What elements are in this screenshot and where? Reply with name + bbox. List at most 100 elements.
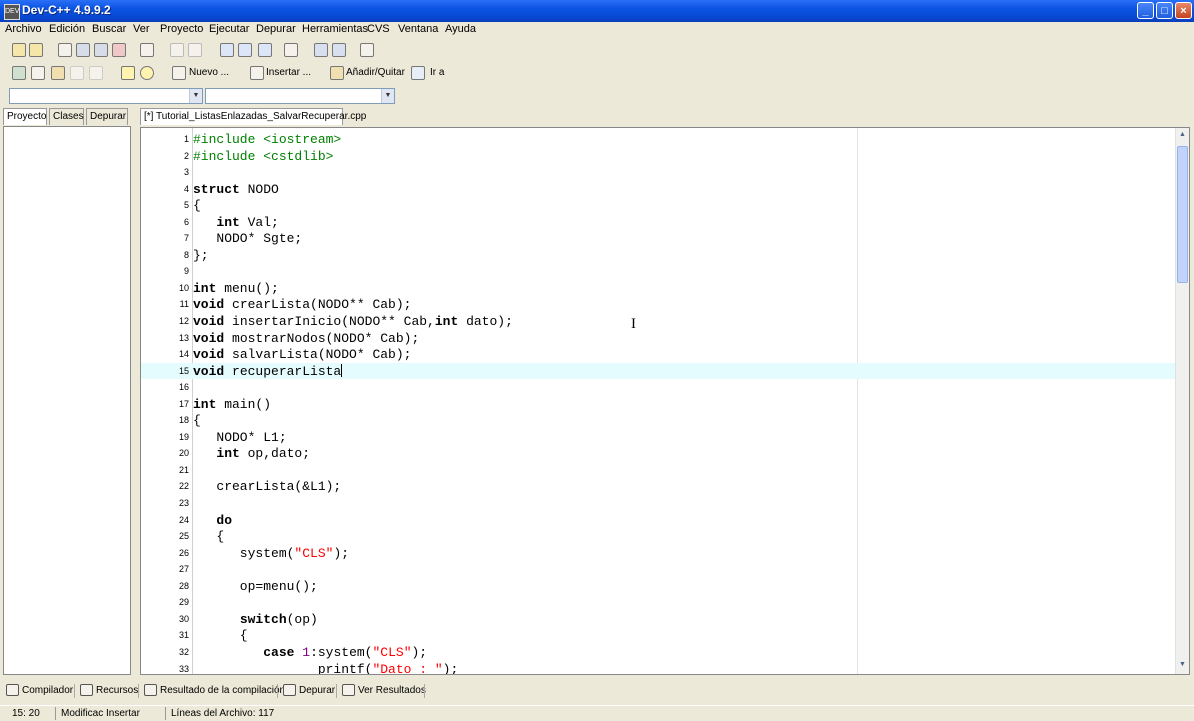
scroll-up-icon[interactable]: ▲ (1177, 128, 1188, 142)
code-line[interactable]: 2 #include <cstdlib> (141, 148, 1175, 165)
code-text[interactable]: void crearLista(NODO** Cab); (193, 297, 411, 312)
chevron-down-icon[interactable]: ▼ (381, 89, 394, 103)
code-text[interactable]: void insertarInicio(NODO** Cab,int dato)… (193, 314, 513, 329)
tab-proyecto[interactable]: Proyecto (3, 108, 47, 125)
code-text[interactable]: int op,dato; (193, 446, 310, 461)
code-text[interactable]: #include <cstdlib> (193, 149, 333, 164)
menu-depurar[interactable]: Depurar (256, 23, 296, 35)
chevron-down-icon[interactable]: ▼ (189, 89, 202, 103)
code-line[interactable]: 7 NODO* Sgte; (141, 230, 1175, 247)
code-line[interactable]: 29 (141, 594, 1175, 611)
code-line[interactable]: 6 int Val; (141, 214, 1175, 231)
menu-archivo[interactable]: Archivo (5, 23, 42, 35)
check-icon[interactable] (89, 66, 103, 80)
project-alt-icon[interactable] (29, 43, 43, 57)
code-text[interactable]: case 1:system("CLS"); (193, 645, 427, 660)
code-line[interactable]: 21 (141, 462, 1175, 479)
tab-file[interactable]: [*] Tutorial_ListasEnlazadas_SalvarRecup… (140, 108, 366, 125)
tab-ver-resultados[interactable]: Ver Resultados (342, 681, 426, 701)
compile-icon[interactable] (12, 66, 26, 80)
menu-ver[interactable]: Ver (133, 23, 150, 35)
insert-label[interactable]: Insertar ... (266, 67, 311, 78)
code-line[interactable]: 25 { (141, 528, 1175, 545)
find-icon[interactable] (220, 43, 234, 57)
code-line[interactable]: 20 int op,dato; (141, 445, 1175, 462)
code-text[interactable]: { (193, 628, 248, 643)
compile-run-icon[interactable] (51, 66, 65, 80)
code-line[interactable]: 26 system("CLS"); (141, 545, 1175, 562)
help-icon[interactable] (121, 66, 135, 80)
code-text[interactable]: op=menu(); (193, 579, 318, 594)
tab-clases[interactable]: Clases (49, 108, 84, 125)
indent-icon[interactable] (314, 43, 328, 57)
toggle-icon[interactable] (360, 43, 374, 57)
save-icon[interactable] (76, 43, 90, 57)
code-line[interactable]: 22 crearLista(&L1); (141, 478, 1175, 495)
code-line[interactable]: 4 struct NODO (141, 181, 1175, 198)
goto-line-icon[interactable] (284, 43, 298, 57)
code-line[interactable]: 19 NODO* L1; (141, 429, 1175, 446)
tab-depurar-bottom[interactable]: Depurar (283, 681, 335, 701)
menu-cvs[interactable]: CVS (367, 23, 390, 35)
code-line[interactable]: 24 do (141, 512, 1175, 529)
code-line[interactable]: 12 void insertarInicio(NODO** Cab,int dat… (141, 313, 1175, 330)
code-line[interactable]: 9 (141, 263, 1175, 280)
goto-label[interactable]: Ir a (430, 67, 444, 78)
maximize-button[interactable]: □ (1156, 2, 1173, 19)
undo-icon[interactable] (170, 43, 184, 57)
class-combo[interactable]: ▼ (9, 88, 203, 104)
menu-ejecutar[interactable]: Ejecutar (209, 23, 249, 35)
code-text[interactable]: void mostrarNodos(NODO* Cab); (193, 331, 419, 346)
code-editor[interactable]: 1 #include <iostream> 2 #include <cstdlib> 3… (140, 127, 1190, 675)
menu-proyecto[interactable]: Proyecto (160, 23, 203, 35)
code-text[interactable]: { (193, 413, 201, 428)
code-line[interactable]: 27 (141, 561, 1175, 578)
minimize-button[interactable]: _ (1137, 2, 1154, 19)
unindent-icon[interactable] (332, 43, 346, 57)
project-icon[interactable] (12, 43, 26, 57)
code-line[interactable]: 10 int menu(); (141, 280, 1175, 297)
menu-herramientas[interactable]: Herramientas (302, 23, 368, 35)
code-line[interactable]: 18 { (141, 412, 1175, 429)
tab-recursos[interactable]: Recursos (80, 681, 138, 701)
member-combo[interactable]: ▼ (205, 88, 395, 104)
code-text[interactable]: }; (193, 248, 209, 263)
menu-edicion[interactable]: Edición (49, 23, 85, 35)
find-next-icon[interactable] (258, 43, 272, 57)
code-line[interactable]: 5{ (141, 197, 1175, 214)
code-text[interactable]: void salvarLista(NODO* Cab); (193, 347, 411, 362)
code-line[interactable]: 14 void salvarLista(NODO* Cab); (141, 346, 1175, 363)
tab-compilador[interactable]: Compilador (6, 681, 73, 701)
tab-depurar[interactable]: Depurar (86, 108, 128, 125)
save-all-icon[interactable] (94, 43, 108, 57)
code-text[interactable]: { (193, 198, 201, 213)
new-file-icon[interactable] (58, 43, 72, 57)
code-text[interactable]: system("CLS"); (193, 546, 349, 561)
vertical-scrollbar[interactable]: ▲ ▼ (1175, 128, 1189, 674)
replace-icon[interactable] (238, 43, 252, 57)
redo-icon[interactable] (188, 43, 202, 57)
goto-icon[interactable] (411, 66, 425, 80)
code-line[interactable]: 28 op=menu(); (141, 578, 1175, 595)
code-line[interactable]: 23 (141, 495, 1175, 512)
code-line[interactable]: 31 { (141, 627, 1175, 644)
code-line[interactable]: 3 (141, 164, 1175, 181)
code-line[interactable]: 17 int main() (141, 396, 1175, 413)
close-file-icon[interactable] (112, 43, 126, 57)
code-text[interactable]: printf("Dato : "); (193, 662, 458, 675)
add-remove-icon[interactable] (330, 66, 344, 80)
code-text[interactable]: #include <iostream> (193, 132, 341, 147)
code-line[interactable]: 13 void mostrarNodos(NODO* Cab); (141, 330, 1175, 347)
code-text[interactable]: crearLista(&L1); (193, 479, 341, 494)
about-icon[interactable] (140, 66, 154, 80)
print-icon[interactable] (140, 43, 154, 57)
code-line[interactable]: 33 printf("Dato : "); (141, 661, 1175, 675)
code-text[interactable]: switch(op) (193, 612, 318, 627)
code-text[interactable]: { (193, 529, 224, 544)
code-text[interactable]: int main() (193, 397, 271, 412)
code-line[interactable]: 32 case 1:system("CLS"); (141, 644, 1175, 661)
new-item-icon[interactable] (172, 66, 186, 80)
code-line[interactable]: 30 switch(op) (141, 611, 1175, 628)
menu-ventana[interactable]: Ventana (398, 23, 438, 35)
code-lines[interactable]: 1 #include <iostream> 2 #include <cstdlib> 3… (141, 131, 1175, 675)
